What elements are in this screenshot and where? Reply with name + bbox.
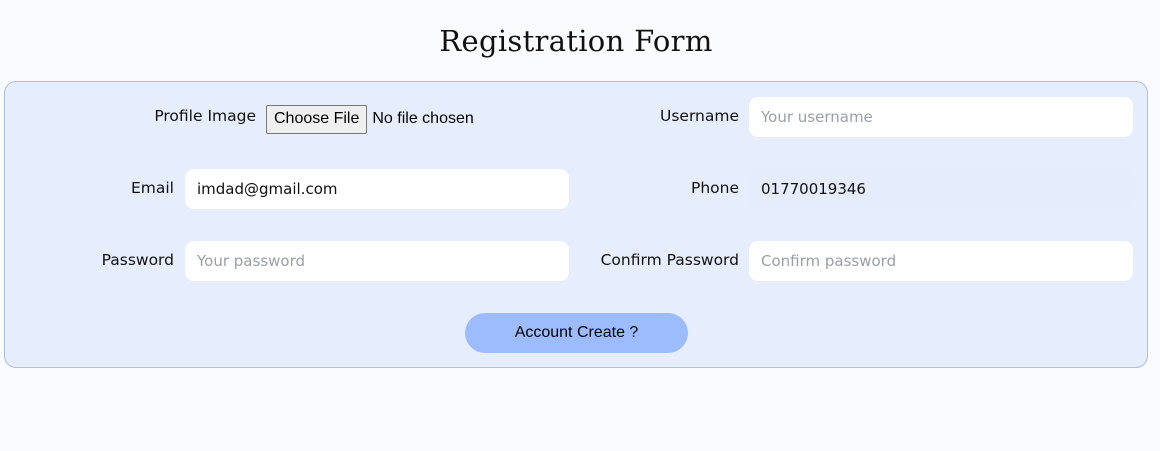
password-label: Password — [101, 251, 174, 269]
profile-image-picker: Choose File No file chosen — [266, 104, 474, 134]
email-input[interactable] — [185, 169, 569, 209]
choose-file-button[interactable]: Choose File — [266, 104, 368, 134]
page-title: Registration Form — [439, 24, 713, 58]
username-input[interactable] — [749, 97, 1133, 137]
profile-image-label: Profile Image — [154, 107, 256, 125]
file-status-text: No file chosen — [372, 110, 474, 127]
phone-label: Phone — [690, 179, 739, 197]
confirm-password-input[interactable] — [749, 241, 1133, 281]
account-create-button[interactable]: Account Create ? — [465, 313, 688, 353]
phone-input[interactable] — [749, 169, 1133, 209]
confirm-password-label: Confirm Password — [600, 251, 739, 269]
email-label: Email — [130, 179, 174, 197]
username-label: Username — [659, 107, 739, 125]
password-input[interactable] — [185, 241, 569, 281]
